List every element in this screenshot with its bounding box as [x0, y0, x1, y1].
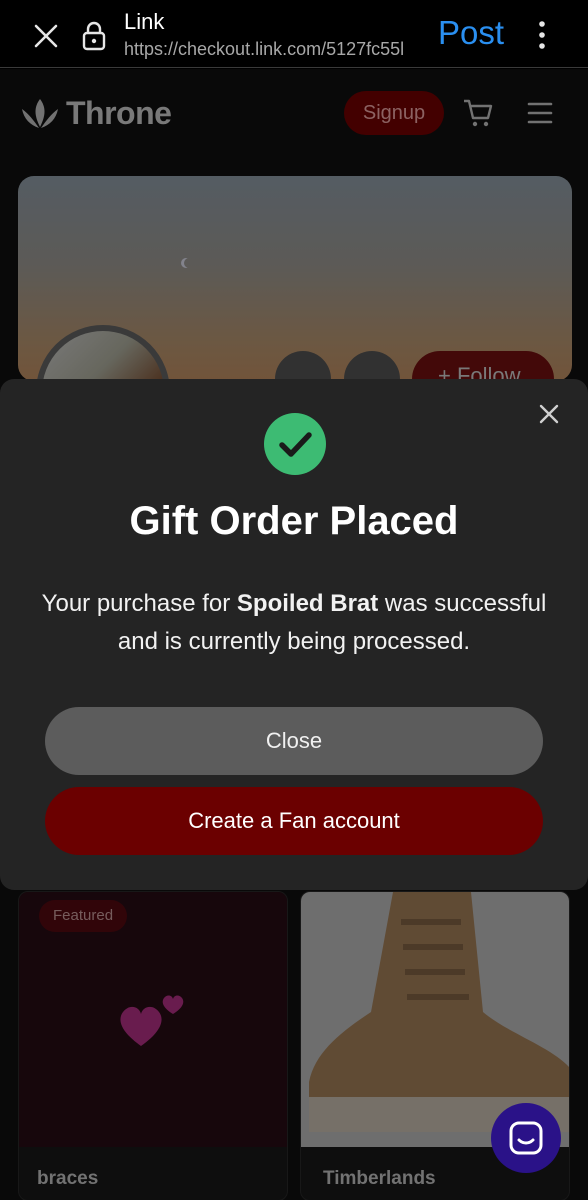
- post-button[interactable]: Post: [438, 14, 504, 52]
- message-prefix: Your purchase for: [41, 590, 237, 617]
- chat-button[interactable]: [491, 1103, 561, 1173]
- close-icon[interactable]: [30, 20, 62, 52]
- modal-message: Your purchase for Spoiled Brat was succe…: [30, 585, 558, 661]
- browser-title: Link: [124, 9, 165, 34]
- check-circle-icon: [264, 413, 326, 475]
- order-confirmation-modal: Gift Order Placed Your purchase for Spoi…: [0, 379, 588, 890]
- close-icon[interactable]: [534, 399, 564, 429]
- close-button[interactable]: Close: [45, 707, 543, 775]
- browser-toolbar: Link https://checkout.link.com/5127fc55l…: [0, 0, 588, 68]
- lock-icon: [82, 21, 106, 51]
- browser-url[interactable]: https://checkout.link.com/5127fc55l: [124, 39, 422, 60]
- modal-title: Gift Order Placed: [129, 499, 459, 543]
- chat-icon: [509, 1121, 543, 1155]
- create-fan-account-button[interactable]: Create a Fan account: [45, 787, 543, 855]
- item-name: Spoiled Brat: [236, 590, 379, 617]
- more-vertical-icon[interactable]: [528, 18, 556, 52]
